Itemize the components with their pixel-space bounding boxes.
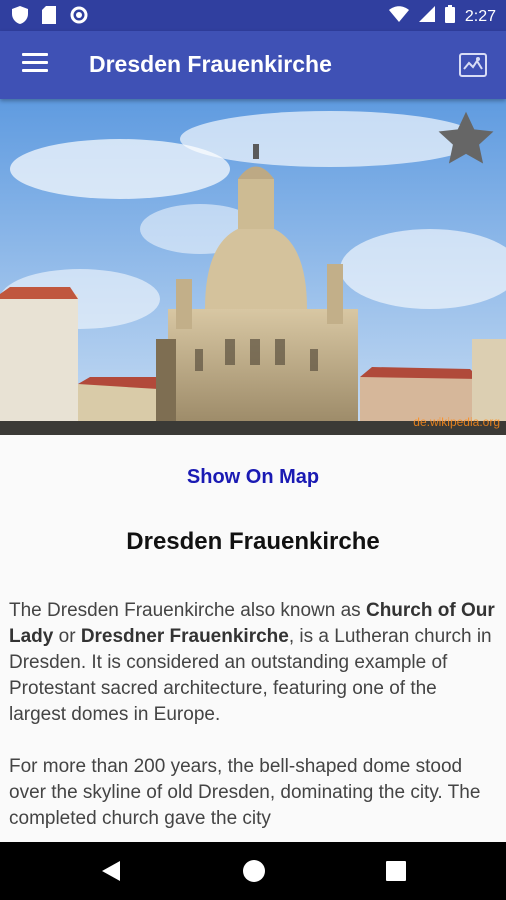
app-bar: Dresden Frauenkirche xyxy=(0,31,506,99)
app-title: Dresden Frauenkirche xyxy=(89,51,332,77)
sd-card-icon xyxy=(42,6,56,29)
hamburger-menu-icon[interactable] xyxy=(22,53,48,77)
image-watermark: de.wikipedia.org xyxy=(413,415,500,429)
article-body: The Dresden Frauenkirche also known as C… xyxy=(9,598,499,858)
status-bar: 2:27 xyxy=(0,0,506,31)
church-photo xyxy=(0,99,506,435)
recents-square-icon[interactable] xyxy=(386,861,406,886)
circle-icon xyxy=(70,6,88,29)
wifi-icon xyxy=(388,6,409,27)
show-on-map-button[interactable]: Show On Map xyxy=(0,466,506,489)
back-triangle-icon[interactable] xyxy=(100,860,122,887)
map-icon[interactable] xyxy=(458,51,488,79)
signal-icon xyxy=(418,6,435,27)
hero-image: de.wikipedia.org xyxy=(0,99,506,435)
paragraph-1: The Dresden Frauenkirche also known as C… xyxy=(9,600,495,725)
status-time: 2:27 xyxy=(464,7,496,25)
battery-icon xyxy=(444,5,455,28)
article-title: Dresden Frauenkirche xyxy=(126,528,380,555)
home-circle-icon[interactable] xyxy=(242,859,266,888)
paragraph-2: For more than 200 years, the bell-shaped… xyxy=(9,756,481,829)
favorite-star-icon[interactable] xyxy=(434,107,498,171)
shield-icon xyxy=(12,6,28,29)
navigation-bar xyxy=(0,842,506,900)
